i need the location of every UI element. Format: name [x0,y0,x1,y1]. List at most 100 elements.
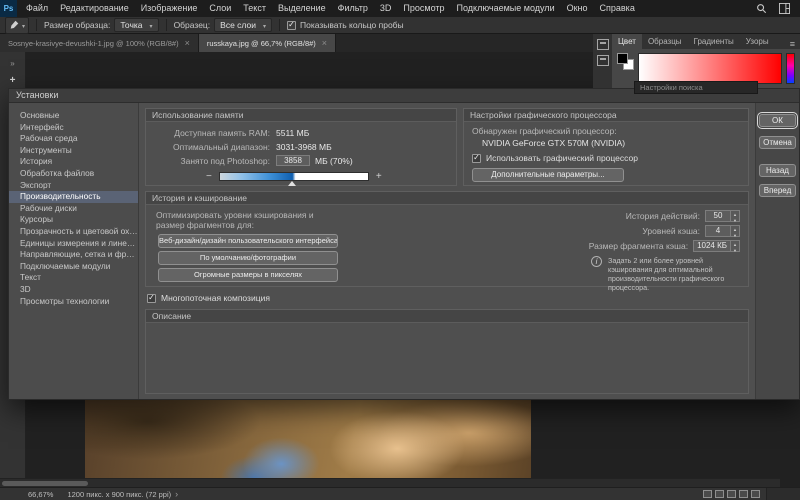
document-tab-inactive[interactable]: Sosnye-krasivye-devushki-1.jpg @ 100% (R… [0,34,199,52]
stepper-down-icon[interactable] [731,232,739,238]
history-states-label: История действий: [625,210,700,221]
workspace-icon[interactable] [779,3,790,14]
ok-button[interactable]: ОК [757,112,798,129]
menu-3d[interactable]: 3D [374,0,398,17]
stepper-arrows [731,239,740,253]
cache-tile-size-stepper: 1024 КБ [693,239,740,253]
status-icon[interactable] [715,490,724,498]
photoshop-logo[interactable]: Ps [0,0,17,17]
prefs-nav-general[interactable]: Основные [9,110,138,122]
ram-slider: − + [206,171,448,186]
prefs-nav-transparency-gamut[interactable]: Прозрачность и цветовой охват [9,226,138,238]
cache-tile-size-value[interactable]: 1024 КБ [693,239,731,252]
stepper-down-icon[interactable] [731,217,739,223]
menu-edit[interactable]: Редактирование [54,0,135,17]
status-icon[interactable] [739,490,748,498]
checkbox-checked-icon [286,20,296,30]
use-gpu-checkbox[interactable]: Использовать графический процессор [472,153,740,163]
gpu-settings-header: Настройки графического процессора [464,109,748,122]
docked-panel-icon[interactable] [596,55,609,66]
photo-canvas[interactable] [85,400,531,478]
prefs-nav-units-rulers[interactable]: Единицы измерения и линейки [9,238,138,250]
status-icon[interactable] [727,490,736,498]
menu-plugins[interactable]: Подключаемые модули [451,0,561,17]
cache-presets: Оптимизировать уровни кэширования и разм… [154,209,484,292]
sample-size-dropdown[interactable]: Точка [114,18,159,32]
available-ram-label: Доступная память RAM: [174,127,270,138]
tab-patterns[interactable]: Узоры [740,34,775,49]
prefs-nav-guides-grid-slices[interactable]: Направляющие, сетка и фрагменты [9,249,138,261]
status-options-icon[interactable] [171,489,178,499]
color-gradient-field[interactable] [638,53,782,84]
close-icon[interactable] [185,38,190,48]
optimize-web-design-button[interactable]: Веб-дизайн/дизайн пользовательского инте… [158,234,338,249]
history-states-value[interactable]: 50 [705,209,731,222]
optimize-huge-pixel-button[interactable]: Огромные размеры в пикселях [158,268,338,283]
menu-filter[interactable]: Фильтр [332,0,374,17]
scrollbar-thumb[interactable] [2,481,88,486]
horizontal-scrollbar[interactable] [0,478,780,487]
stepper-down-icon[interactable] [731,247,739,253]
foreground-background-swatches[interactable] [617,53,634,70]
menu-image[interactable]: Изображение [135,0,204,17]
menu-type[interactable]: Текст [237,0,272,17]
ram-slider-thumb[interactable] [288,181,297,186]
description-header: Описание [146,310,748,323]
prefs-nav-3d[interactable]: 3D [9,284,138,296]
menu-view[interactable]: Просмотр [397,0,450,17]
hue-slider[interactable] [786,53,795,84]
document-tab-active[interactable]: russkaya.jpg @ 66,7% (RGB/8#) [198,34,337,52]
menu-layers[interactable]: Слои [203,0,237,17]
prefs-nav-workspace[interactable]: Рабочая среда [9,133,138,145]
status-icon[interactable] [703,490,712,498]
move-tool-icon[interactable] [10,75,16,86]
prefs-nav-history-log[interactable]: История [9,156,138,168]
prefs-content: Использование памяти Доступная память RA… [139,103,755,399]
tab-swatches[interactable]: Образцы [642,34,688,49]
gpu-settings-section: Настройки графического процессора Обнару… [463,108,749,186]
next-button[interactable]: Вперед [759,184,796,197]
separator [36,19,38,31]
prefs-nav-list: Основные Интерфейс Рабочая среда Инструм… [9,103,139,399]
prefs-nav-performance[interactable]: Производительность [9,191,138,203]
gpu-advanced-settings-button[interactable]: Дополнительные параметры... [472,168,624,182]
collapse-panel-icon[interactable] [10,53,14,71]
slider-plus-label[interactable]: + [376,171,382,182]
prev-button[interactable]: Назад [759,164,796,177]
menu-help[interactable]: Справка [594,0,641,17]
optimize-default-photos-button[interactable]: По умолчанию/фотографии [158,251,338,266]
ram-slider-track[interactable] [218,172,369,186]
menu-select[interactable]: Выделение [272,0,332,17]
sample-dropdown[interactable]: Все слои [214,18,272,32]
menu-window[interactable]: Окно [561,0,594,17]
prefs-nav-file-handling[interactable]: Обработка файлов [9,168,138,180]
status-icon[interactable] [751,490,760,498]
prefs-nav-tools[interactable]: Инструменты [9,145,138,157]
prefs-nav-interface[interactable]: Интерфейс [9,122,138,134]
gpu-detected-label: Обнаружен графический процессор: [472,126,617,136]
foreground-color-swatch[interactable] [617,53,628,64]
close-icon[interactable] [322,38,327,48]
prefs-nav-cursors[interactable]: Курсоры [9,214,138,226]
panel-menu-icon[interactable] [785,39,800,49]
menu-file[interactable]: Файл [20,0,54,17]
prefs-nav-technology-previews[interactable]: Просмотры технологии [9,296,138,308]
prefs-nav-export[interactable]: Экспорт [9,180,138,192]
prefs-nav-type[interactable]: Текст [9,272,138,284]
search-settings-field[interactable]: Настройки поиска [634,81,758,94]
multithreaded-compositing-checkbox[interactable]: Многопоточная композиция [145,292,749,304]
cancel-button[interactable]: Отмена [759,136,796,149]
docked-panel-icon[interactable] [596,39,609,50]
cache-levels-value[interactable]: 4 [705,224,731,237]
prefs-nav-scratch-disks[interactable]: Рабочие диски [9,203,138,215]
tab-color[interactable]: Цвет [612,34,642,49]
show-sampling-ring-checkbox[interactable]: Показывать кольцо пробы [286,20,404,30]
panel-tab-bar: Цвет Образцы Градиенты Узоры [612,34,800,49]
search-icon[interactable] [756,3,767,14]
tab-gradients[interactable]: Градиенты [688,34,740,49]
slider-minus-label[interactable]: − [206,171,212,182]
zoom-level-field[interactable]: 66,67% [28,490,53,499]
tool-preset-picker[interactable] [5,16,30,34]
prefs-nav-plugins[interactable]: Подключаемые модули [9,261,138,273]
ram-used-input[interactable]: 3858 [276,155,310,166]
